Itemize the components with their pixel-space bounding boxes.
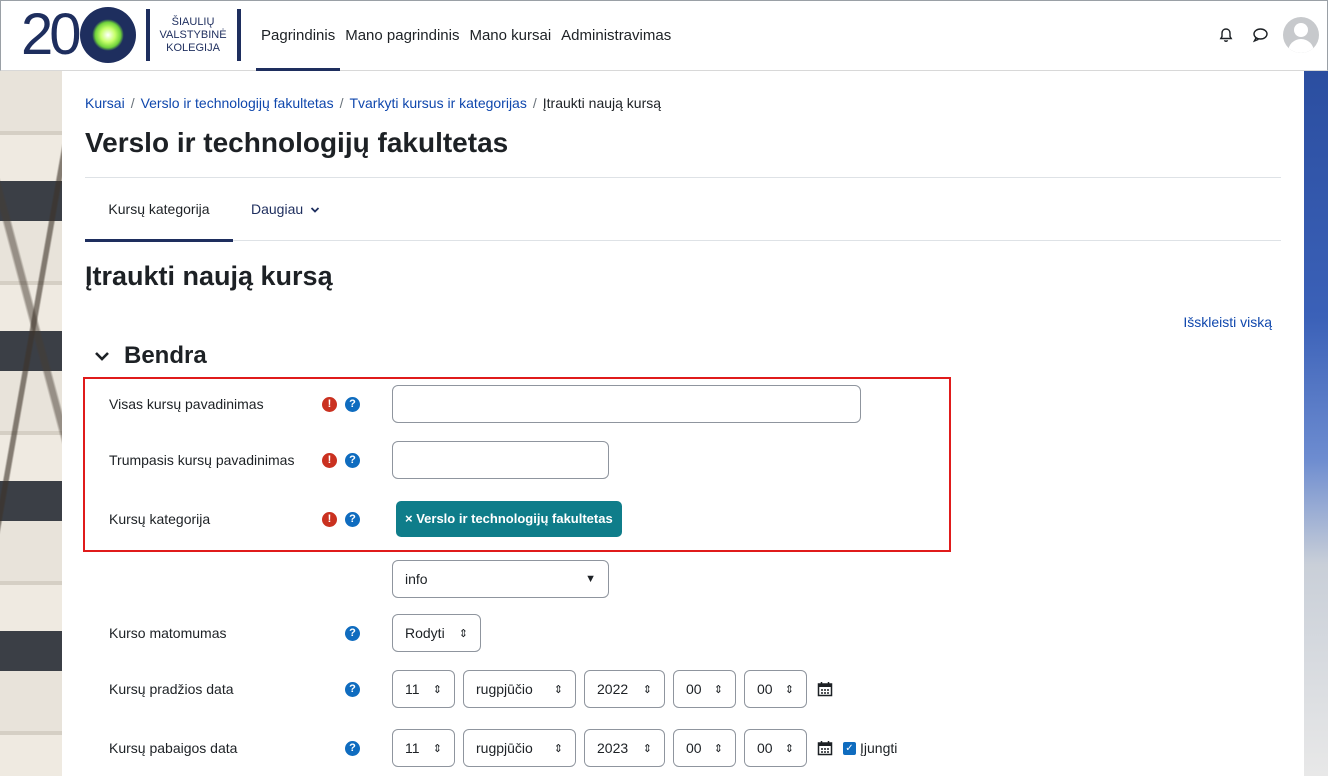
help-icon[interactable]: ?: [345, 681, 360, 697]
background-photo-right: [1304, 71, 1328, 776]
start-date-label: Kursų pradžios data: [109, 681, 234, 697]
expand-all-link[interactable]: Išskleisti viską: [1183, 314, 1272, 330]
sort-arrows-icon: ⇕: [458, 627, 468, 640]
fieldset-title: Bendra: [124, 342, 207, 369]
page-title: Verslo ir technologijų fakultetas: [85, 127, 509, 158]
visibility-label: Kurso matomumas: [109, 625, 227, 641]
fieldset-legend[interactable]: Bendra: [94, 342, 207, 370]
visibility-select[interactable]: Rodyti ⇕: [392, 614, 481, 652]
chevron-down-icon: [95, 352, 109, 361]
breadcrumb-item-current: Įtraukti naują kursą: [542, 95, 662, 111]
calendar-icon[interactable]: [817, 740, 833, 756]
form-row-fullname: Visas kursų pavadinimas ! ?: [109, 384, 861, 424]
help-icon[interactable]: ?: [345, 396, 360, 412]
main-content: Kursai / Verslo ir technologijų fakultetas…: [62, 71, 1304, 776]
end-day-select[interactable]: 11 ⇕: [392, 729, 455, 767]
fullname-label: Visas kursų pavadinimas: [109, 396, 264, 412]
shortname-input[interactable]: [392, 441, 609, 479]
calendar-icon[interactable]: [817, 681, 833, 697]
start-year-select[interactable]: 2022 ⇕: [584, 670, 665, 708]
help-icon[interactable]: ?: [345, 740, 360, 756]
logo-sun-icon: [79, 7, 136, 63]
dropdown-arrow-icon: ▼: [585, 573, 596, 585]
help-icon[interactable]: ?: [345, 625, 360, 641]
logo-divider-right: [236, 9, 241, 61]
form-row-category: Kursų kategorija ! ? × Verslo ir technol…: [109, 499, 622, 539]
tab-more[interactable]: Daugiau: [251, 178, 320, 242]
form-row-end-date: Kursų pabaigos data ? 11 ⇕ rugpjūčio ⇕ 202…: [109, 728, 897, 768]
category-search-select[interactable]: info ▼: [392, 560, 609, 598]
end-minute-select[interactable]: 00 ⇕: [744, 729, 807, 767]
form-row-category-search: info ▼: [109, 559, 609, 599]
logo-text: ŠIAULIŲ VALSTYBINĖ KOLEGIJA: [159, 15, 227, 54]
required-icon: !: [322, 396, 337, 412]
bell-icon[interactable]: [1215, 24, 1237, 46]
logo-divider: [145, 9, 150, 61]
section-heading: Įtraukti naują kursą: [85, 261, 333, 291]
category-badge[interactable]: × Verslo ir technologijų fakultetas: [396, 501, 622, 537]
help-icon[interactable]: ?: [345, 511, 360, 527]
start-month-select[interactable]: rugpjūčio ⇕: [463, 670, 576, 708]
form-row-shortname: Trumpasis kursų pavadinimas ! ?: [109, 440, 609, 480]
start-hour-select[interactable]: 00 ⇕: [673, 670, 736, 708]
breadcrumb-item-faculty[interactable]: Verslo ir technologijų fakultetas: [141, 95, 334, 111]
background-photo-left: [0, 71, 62, 776]
logo-number: 20: [21, 2, 81, 67]
start-day-select[interactable]: 11 ⇕: [392, 670, 455, 708]
start-minute-select[interactable]: 00 ⇕: [744, 670, 807, 708]
nav-item-my-courses[interactable]: Mano kursai: [464, 1, 556, 71]
fullname-input[interactable]: [392, 385, 861, 423]
chevron-down-icon: [310, 207, 320, 214]
user-nav: [1215, 17, 1319, 53]
primary-navigation: Pagrindinis Mano pagrindinis Mano kursai…: [256, 1, 676, 71]
avatar[interactable]: [1283, 17, 1319, 53]
form-row-visibility: Kurso matomumas ? Rodyti ⇕: [109, 613, 481, 653]
enable-end-date-label[interactable]: Įjungti: [860, 740, 897, 756]
breadcrumb: Kursai / Verslo ir technologijų fakultetas…: [85, 95, 662, 111]
breadcrumb-item-manage[interactable]: Tvarkyti kursus ir kategorijas: [349, 95, 526, 111]
required-icon: !: [322, 511, 337, 527]
top-navbar: 20 ŠIAULIŲ VALSTYBINĖ KOLEGIJA Pagrindin…: [0, 0, 1328, 71]
tab-course-category[interactable]: Kursų kategorija: [85, 178, 233, 242]
nav-item-site-admin[interactable]: Administravimas: [556, 1, 676, 71]
secondary-navigation: Kursų kategorija Daugiau: [85, 177, 1281, 242]
shortname-label: Trumpasis kursų pavadinimas: [109, 452, 295, 468]
nav-item-dashboard[interactable]: Mano pagrindinis: [340, 1, 464, 71]
enable-end-date-checkbox[interactable]: ✓: [843, 741, 856, 755]
chat-icon[interactable]: [1249, 24, 1271, 46]
end-hour-select[interactable]: 00 ⇕: [673, 729, 736, 767]
category-label: Kursų kategorija: [109, 511, 211, 527]
help-icon[interactable]: ?: [345, 452, 360, 468]
end-month-select[interactable]: rugpjūčio ⇕: [463, 729, 576, 767]
required-icon: !: [322, 452, 337, 468]
nav-item-home[interactable]: Pagrindinis: [256, 1, 341, 71]
breadcrumb-item-courses[interactable]: Kursai: [85, 95, 125, 111]
form-row-start-date: Kursų pradžios data ? 11 ⇕ rugpjūčio ⇕ 202…: [109, 669, 833, 709]
end-year-select[interactable]: 2023 ⇕: [584, 729, 665, 767]
end-date-label: Kursų pabaigos data: [109, 740, 238, 756]
logo[interactable]: 20 ŠIAULIŲ VALSTYBINĖ KOLEGIJA: [21, 5, 241, 65]
